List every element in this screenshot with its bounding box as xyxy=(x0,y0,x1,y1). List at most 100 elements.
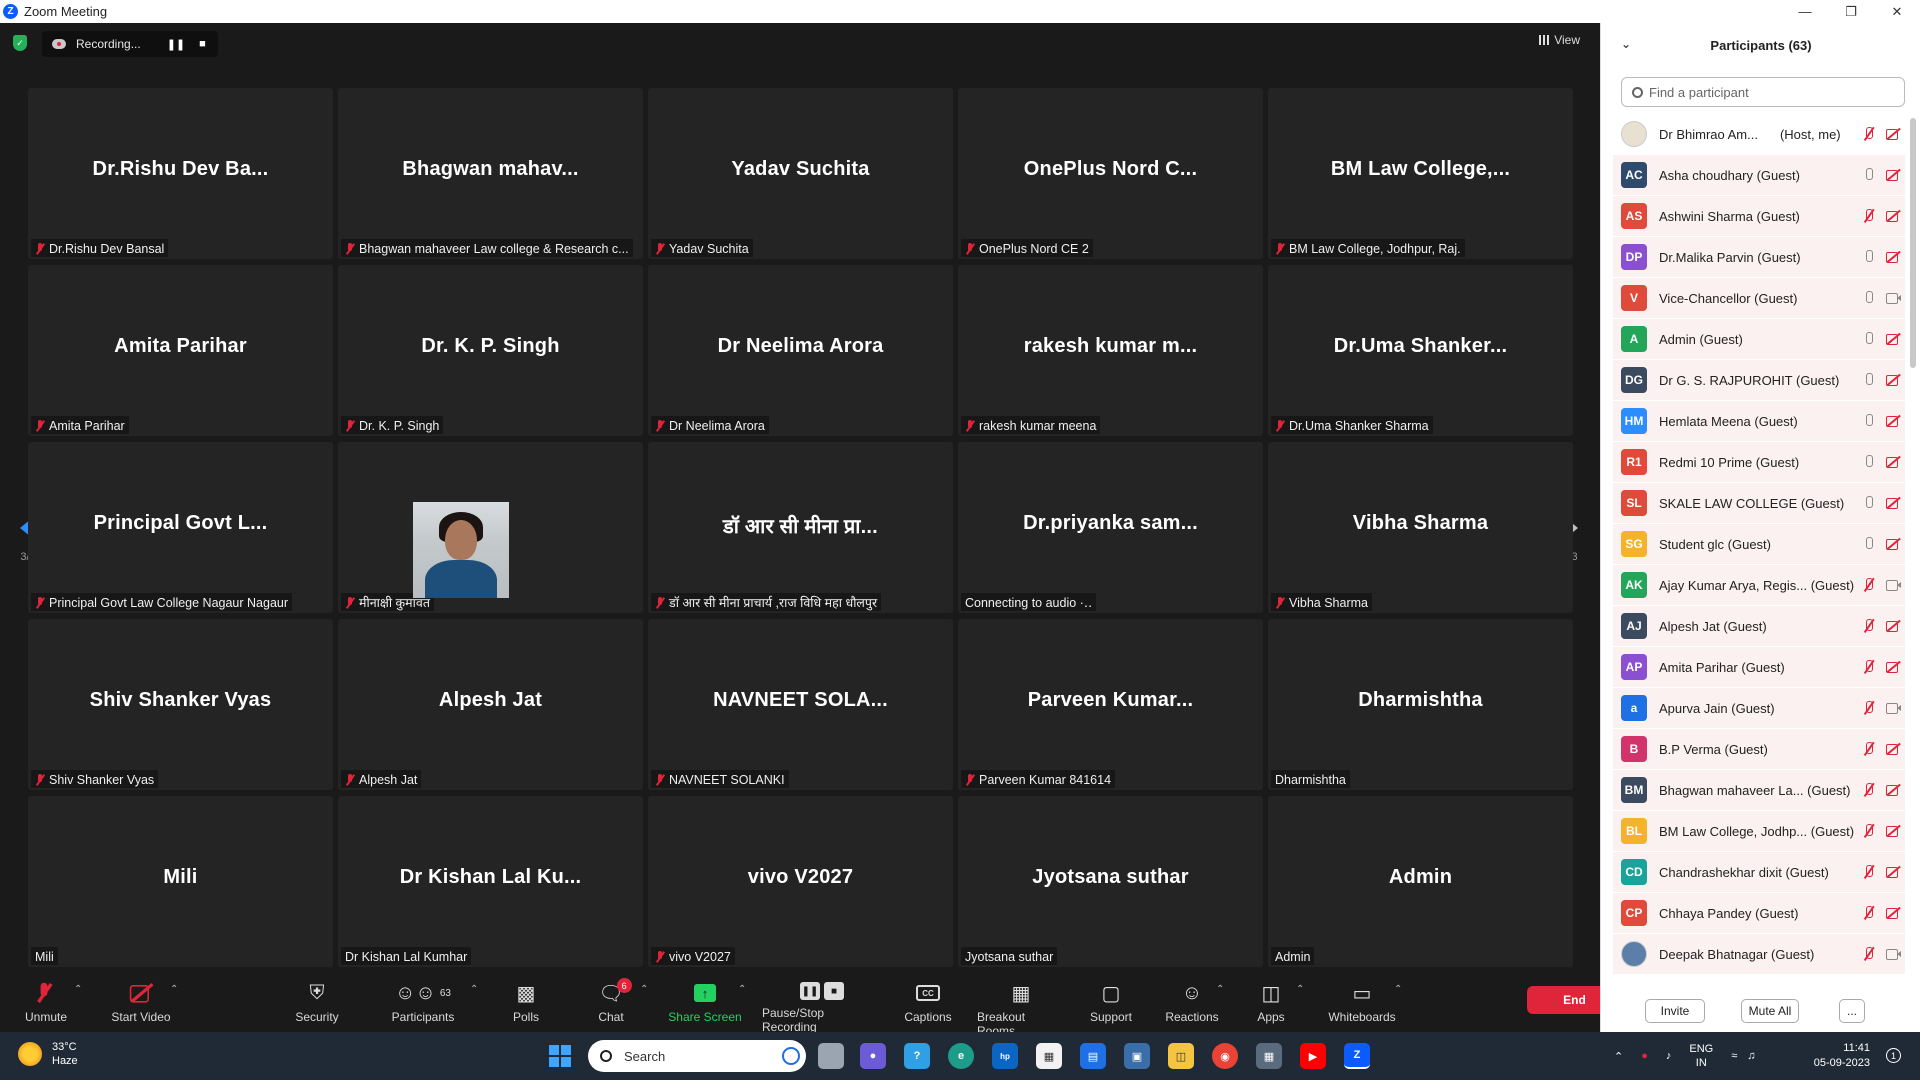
apps-options-caret[interactable]: ⌃ xyxy=(1296,984,1304,995)
mute-all-button[interactable]: Mute All xyxy=(1741,999,1799,1023)
view-button[interactable]: View xyxy=(1539,33,1580,47)
bing-icon[interactable] xyxy=(782,1047,800,1065)
video-tile[interactable]: Amita Parihar Amita Parihar xyxy=(28,265,333,436)
video-off-icon[interactable] xyxy=(1885,414,1901,428)
mic-icon[interactable] xyxy=(1861,250,1877,264)
chrome-icon[interactable]: ◉ xyxy=(1212,1043,1238,1069)
security-button[interactable]: ⛨ Security xyxy=(292,970,342,1032)
video-tile[interactable]: OnePlus Nord C... OnePlus Nord CE 2 xyxy=(958,88,1263,259)
store-icon[interactable]: ▦ xyxy=(1036,1043,1062,1069)
video-off-icon[interactable] xyxy=(1885,250,1901,264)
participant-row[interactable]: SL SKALE LAW COLLEGE (Guest) xyxy=(1613,483,1905,524)
video-tile[interactable]: Dr.Uma Shanker... Dr.Uma Shanker Sharma xyxy=(1268,265,1573,436)
video-tile[interactable]: Dr. K. P. Singh Dr. K. P. Singh xyxy=(338,265,643,436)
video-tile[interactable]: Bhagwan mahav... Bhagwan mahaveer Law col… xyxy=(338,88,643,259)
close-button[interactable]: ✕ xyxy=(1874,0,1920,23)
video-off-icon[interactable] xyxy=(1885,660,1901,674)
apps-button[interactable]: ◫ Apps xyxy=(1256,970,1286,1032)
video-off-icon[interactable] xyxy=(1885,742,1901,756)
mic-muted-icon[interactable] xyxy=(1861,906,1877,920)
unmute-button[interactable]: Unmute xyxy=(22,970,70,1032)
participant-row[interactable]: Dr Bhimrao Am... (Host, me) xyxy=(1613,114,1905,155)
video-tile[interactable]: Admin Admin xyxy=(1268,796,1573,967)
calendar-app-icon[interactable]: ▣ xyxy=(1124,1043,1150,1069)
video-off-icon[interactable] xyxy=(1885,865,1901,879)
microphone-tray-icon[interactable]: ♪ xyxy=(1666,1050,1672,1062)
more-options-button[interactable]: ... xyxy=(1839,999,1865,1023)
video-tile[interactable]: Dharmishtha Dharmishtha xyxy=(1268,619,1573,790)
video-tile[interactable]: vivo V2027 vivo V2027 xyxy=(648,796,953,967)
start-video-button[interactable]: Start Video xyxy=(106,970,176,1032)
participant-row[interactable]: DG Dr G. S. RAJPUROHIT (Guest) xyxy=(1613,360,1905,401)
participant-row[interactable]: DP Dr.Malika Parvin (Guest) xyxy=(1613,237,1905,278)
mic-icon[interactable] xyxy=(1861,373,1877,387)
participant-row[interactable]: A Admin (Guest) xyxy=(1613,319,1905,360)
participants-button[interactable]: ☺☺ 63 Participants xyxy=(388,970,458,1032)
video-off-icon[interactable] xyxy=(1885,455,1901,469)
breakout-rooms-button[interactable]: ▦ Breakout Rooms xyxy=(977,970,1065,1039)
participant-row[interactable]: B B.P Verma (Guest) xyxy=(1613,729,1905,770)
reactions-button[interactable]: ☺ Reactions xyxy=(1165,970,1218,1032)
video-off-icon[interactable] xyxy=(1885,209,1901,223)
participant-row[interactable]: CD Chandrashekhar dixit (Guest) xyxy=(1613,852,1905,893)
participant-row[interactable]: HM Hemlata Meena (Guest) xyxy=(1613,401,1905,442)
video-off-icon[interactable] xyxy=(1885,496,1901,510)
video-off-icon[interactable] xyxy=(1885,127,1901,141)
captions-button[interactable]: CC Captions xyxy=(904,970,952,1032)
edge-icon[interactable]: e xyxy=(948,1043,974,1069)
video-tile[interactable]: Jyotsana suthar Jyotsana suthar xyxy=(958,796,1263,967)
invite-button[interactable]: Invite xyxy=(1645,999,1705,1023)
taskbar-clock[interactable]: 11:41 05-09-2023 xyxy=(1790,1041,1870,1071)
notification-badge[interactable]: 1 xyxy=(1886,1048,1901,1063)
mic-icon[interactable] xyxy=(1861,168,1877,182)
youtube-icon[interactable]: ▶ xyxy=(1300,1043,1326,1069)
mic-muted-icon[interactable] xyxy=(1861,578,1877,592)
teams-chat-icon[interactable]: ● xyxy=(860,1043,886,1069)
mic-icon[interactable] xyxy=(1861,332,1877,346)
video-icon[interactable] xyxy=(1885,701,1901,715)
video-off-icon[interactable] xyxy=(1885,906,1901,920)
calculator-icon[interactable]: ▦ xyxy=(1256,1043,1282,1069)
minimize-button[interactable]: — xyxy=(1782,0,1828,23)
video-off-icon[interactable] xyxy=(1885,168,1901,182)
video-tile[interactable]: डॉ आर सी मीना प्रा... डॉ आर सी मीना प्राच… xyxy=(648,442,953,613)
mic-icon[interactable] xyxy=(1861,537,1877,551)
participant-row[interactable]: BL BM Law College, Jodhp... (Guest) xyxy=(1613,811,1905,852)
participant-row[interactable]: R1 Redmi 10 Prime (Guest) xyxy=(1613,442,1905,483)
participant-row[interactable]: AS Ashwini Sharma (Guest) xyxy=(1613,196,1905,237)
zoom-taskbar-icon[interactable]: Z xyxy=(1344,1043,1370,1069)
file-explorer-icon[interactable]: ◫ xyxy=(1168,1043,1194,1069)
weather-widget[interactable]: 33°C Haze xyxy=(18,1040,78,1068)
video-icon[interactable] xyxy=(1885,291,1901,305)
video-tile[interactable]: Principal Govt L... Principal Govt Law Co… xyxy=(28,442,333,613)
video-off-icon[interactable] xyxy=(1885,537,1901,551)
participant-row[interactable]: AK Ajay Kumar Arya, Regis... (Guest) xyxy=(1613,565,1905,606)
video-tile[interactable]: Shiv Shanker Vyas Shiv Shanker Vyas xyxy=(28,619,333,790)
participants-options-caret[interactable]: ⌃ xyxy=(470,984,478,995)
participant-row[interactable]: SG Student glc (Guest) xyxy=(1613,524,1905,565)
whiteboards-button[interactable]: ▭ Whiteboards xyxy=(1327,970,1397,1032)
participant-list-scrollbar[interactable] xyxy=(1910,118,1916,368)
mic-muted-icon[interactable] xyxy=(1861,865,1877,879)
support-button[interactable]: ▢ Support xyxy=(1089,970,1133,1032)
video-icon[interactable] xyxy=(1885,947,1901,961)
chat-button[interactable]: 🗨 6 Chat xyxy=(595,970,632,1032)
help-icon[interactable]: ? xyxy=(904,1043,930,1069)
video-tile[interactable]: Dr.Rishu Dev Ba... Dr.Rishu Dev Bansal xyxy=(28,88,333,259)
participant-row[interactable]: AJ Alpesh Jat (Guest) xyxy=(1613,606,1905,647)
video-tile[interactable]: NAVNEET SOLA... NAVNEET SOLANKI xyxy=(648,619,953,790)
mic-muted-icon[interactable] xyxy=(1861,127,1877,141)
reactions-options-caret[interactable]: ⌃ xyxy=(1216,984,1224,995)
volume-icon[interactable]: ♫ xyxy=(1747,1050,1755,1062)
mic-muted-icon[interactable] xyxy=(1861,209,1877,223)
video-tile[interactable]: Dr.priyanka sam... Connecting to audio ·‥ xyxy=(958,442,1263,613)
mic-muted-icon[interactable] xyxy=(1861,619,1877,633)
mic-icon[interactable] xyxy=(1861,455,1877,469)
video-off-icon[interactable] xyxy=(1885,332,1901,346)
mic-icon[interactable] xyxy=(1861,496,1877,510)
windows-start-icon[interactable] xyxy=(549,1045,571,1067)
participant-row[interactable]: a Apurva Jain (Guest) xyxy=(1613,688,1905,729)
share-options-caret[interactable]: ⌃ xyxy=(738,984,746,995)
share-screen-button[interactable]: ↑ Share Screen xyxy=(668,970,742,1032)
encryption-shield-icon[interactable]: ✓ xyxy=(13,35,27,51)
